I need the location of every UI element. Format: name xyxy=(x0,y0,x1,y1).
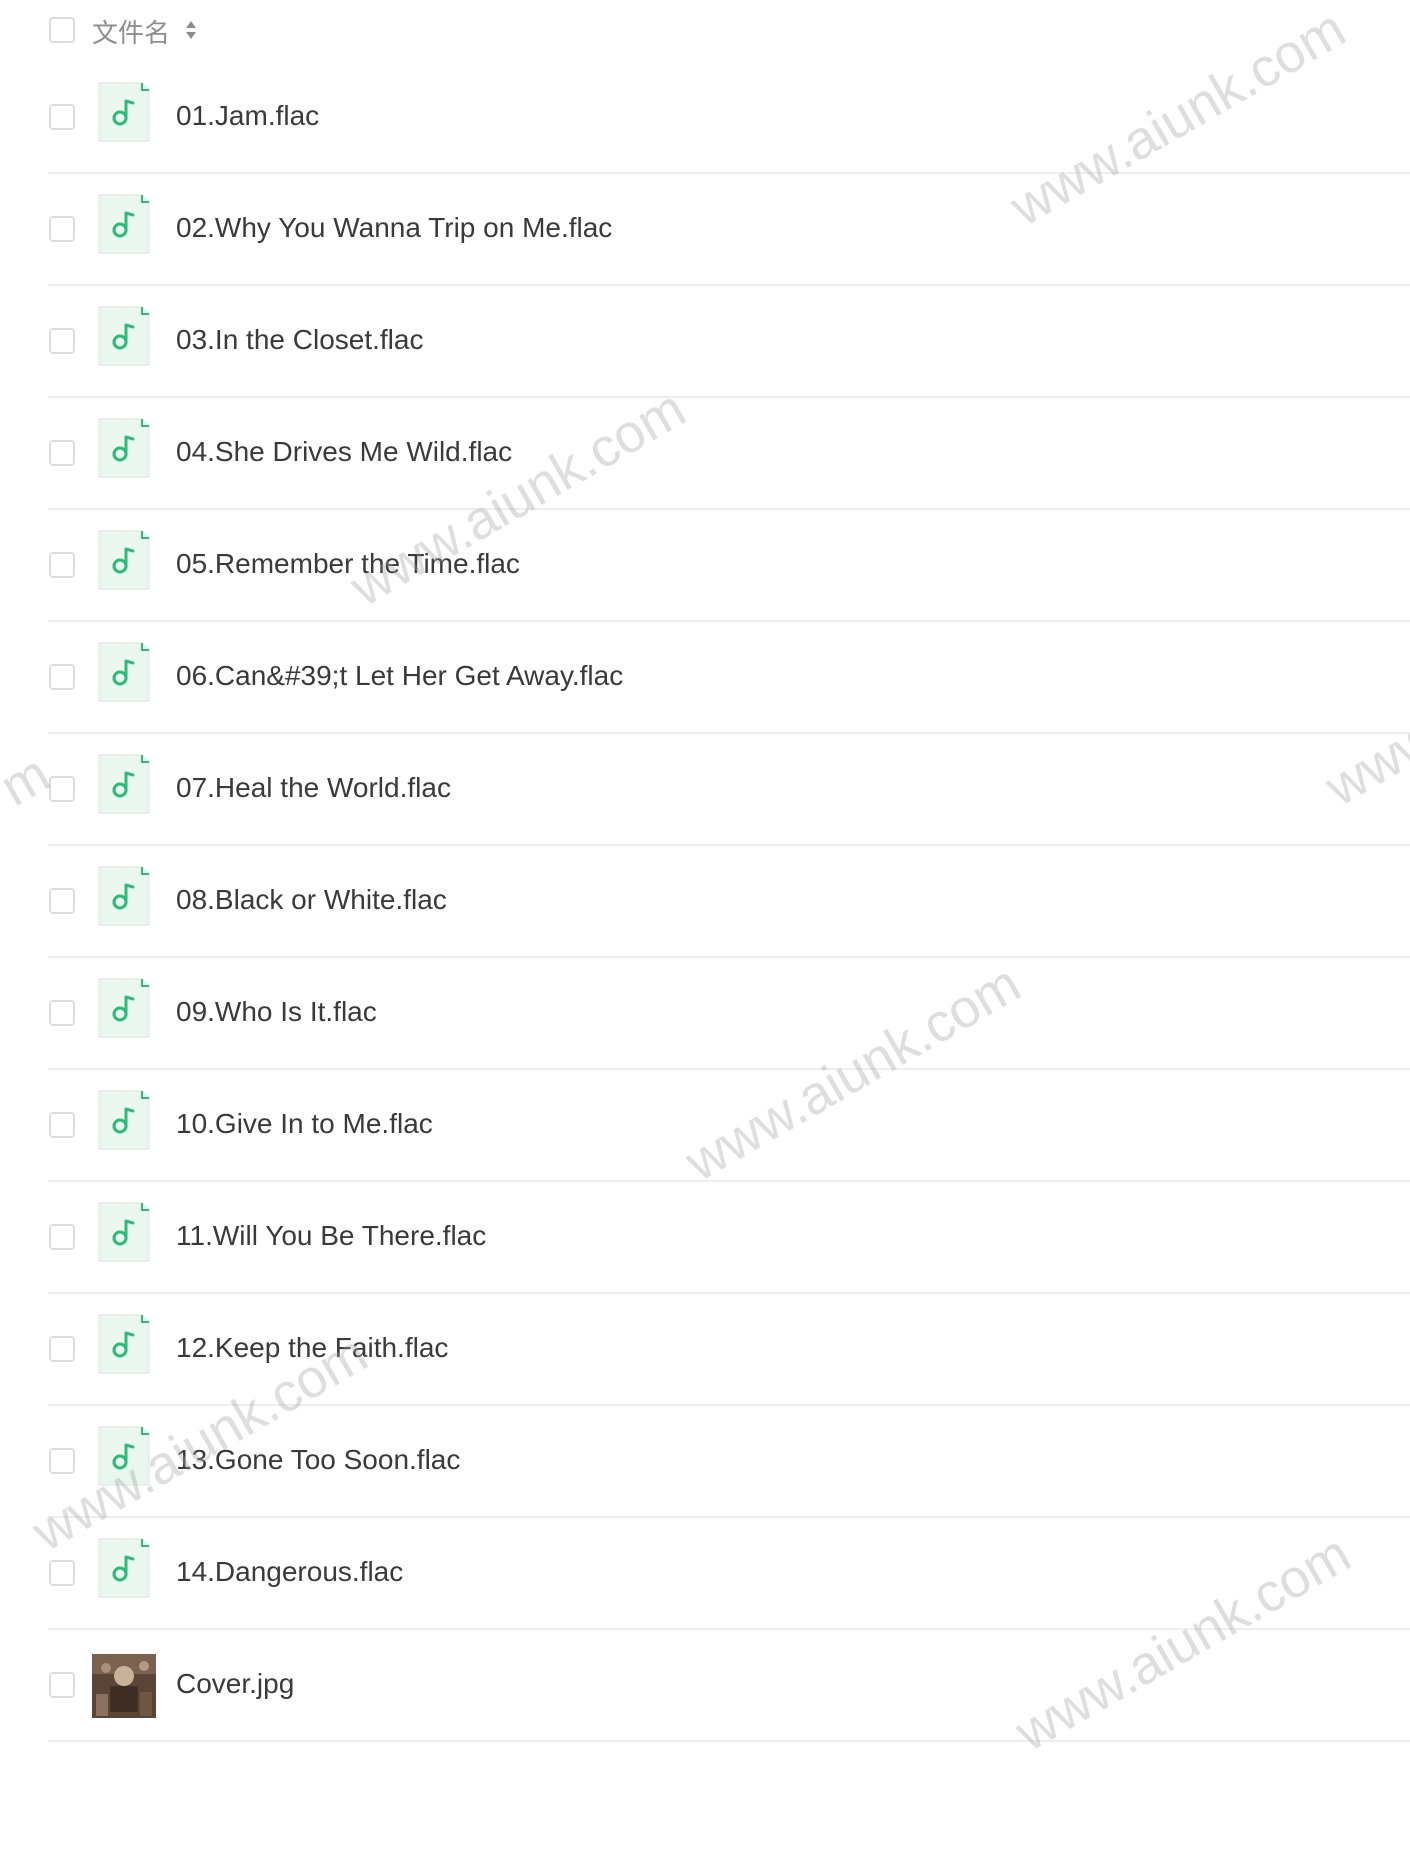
file-row[interactable]: Cover.jpg xyxy=(48,1630,1410,1742)
file-name[interactable]: 11.Will You Be There.flac xyxy=(176,1220,486,1252)
file-name[interactable]: 06.Can&#39;t Let Her Get Away.flac xyxy=(176,660,623,692)
file-row[interactable]: 07.Heal the World.flac xyxy=(48,734,1410,846)
file-name[interactable]: 13.Gone Too Soon.flac xyxy=(176,1444,460,1476)
file-row[interactable]: 08.Black or White.flac xyxy=(48,846,1410,958)
file-name[interactable]: 12.Keep the Faith.flac xyxy=(176,1332,448,1364)
file-name[interactable]: 07.Heal the World.flac xyxy=(176,772,451,804)
file-name[interactable]: 04.She Drives Me Wild.flac xyxy=(176,436,512,468)
sort-icon[interactable] xyxy=(184,18,198,42)
music-file-icon[interactable] xyxy=(98,1426,150,1486)
music-file-icon[interactable] xyxy=(98,306,150,366)
file-row[interactable]: 10.Give In to Me.flac xyxy=(48,1070,1410,1182)
row-checkbox[interactable] xyxy=(49,1112,75,1138)
music-file-icon[interactable] xyxy=(98,1538,150,1598)
music-file-icon[interactable] xyxy=(98,530,150,590)
file-name[interactable]: 01.Jam.flac xyxy=(176,100,319,132)
music-file-icon[interactable] xyxy=(98,642,150,702)
file-row[interactable]: 04.She Drives Me Wild.flac xyxy=(48,398,1410,510)
filename-column-header[interactable]: 文件名 xyxy=(92,13,170,50)
image-thumbnail[interactable] xyxy=(92,1654,156,1718)
file-row[interactable]: 09.Who Is It.flac xyxy=(48,958,1410,1070)
row-checkbox[interactable] xyxy=(49,1336,75,1362)
select-all-checkbox[interactable] xyxy=(49,17,75,43)
music-file-icon[interactable] xyxy=(98,866,150,926)
row-checkbox[interactable] xyxy=(49,216,75,242)
row-checkbox[interactable] xyxy=(49,664,75,690)
row-checkbox[interactable] xyxy=(49,1672,75,1698)
music-file-icon[interactable] xyxy=(98,1314,150,1374)
file-name[interactable]: 08.Black or White.flac xyxy=(176,884,447,916)
row-checkbox[interactable] xyxy=(49,776,75,802)
file-row[interactable]: 12.Keep the Faith.flac xyxy=(48,1294,1410,1406)
row-checkbox[interactable] xyxy=(49,888,75,914)
file-row[interactable]: 11.Will You Be There.flac xyxy=(48,1182,1410,1294)
row-checkbox[interactable] xyxy=(49,1560,75,1586)
file-row[interactable]: 14.Dangerous.flac xyxy=(48,1518,1410,1630)
file-row[interactable]: 13.Gone Too Soon.flac xyxy=(48,1406,1410,1518)
row-checkbox[interactable] xyxy=(49,552,75,578)
file-row[interactable]: 02.Why You Wanna Trip on Me.flac xyxy=(48,174,1410,286)
file-row[interactable]: 06.Can&#39;t Let Her Get Away.flac xyxy=(48,622,1410,734)
file-name[interactable]: 09.Who Is It.flac xyxy=(176,996,377,1028)
music-file-icon[interactable] xyxy=(98,82,150,142)
music-file-icon[interactable] xyxy=(98,754,150,814)
file-name[interactable]: 14.Dangerous.flac xyxy=(176,1556,403,1588)
list-header: 文件名 xyxy=(0,0,1410,62)
file-name[interactable]: 02.Why You Wanna Trip on Me.flac xyxy=(176,212,612,244)
file-row[interactable]: 05.Remember the Time.flac xyxy=(48,510,1410,622)
file-row[interactable]: 03.In the Closet.flac xyxy=(48,286,1410,398)
music-file-icon[interactable] xyxy=(98,194,150,254)
file-row[interactable]: 01.Jam.flac xyxy=(48,62,1410,174)
row-checkbox[interactable] xyxy=(49,440,75,466)
music-file-icon[interactable] xyxy=(98,978,150,1038)
row-checkbox[interactable] xyxy=(49,1224,75,1250)
file-name[interactable]: 10.Give In to Me.flac xyxy=(176,1108,433,1140)
row-checkbox[interactable] xyxy=(49,1000,75,1026)
row-checkbox[interactable] xyxy=(49,1448,75,1474)
music-file-icon[interactable] xyxy=(98,1202,150,1262)
music-file-icon[interactable] xyxy=(98,1090,150,1150)
row-checkbox[interactable] xyxy=(49,328,75,354)
file-name[interactable]: 05.Remember the Time.flac xyxy=(176,548,520,580)
file-name[interactable]: 03.In the Closet.flac xyxy=(176,324,423,356)
row-checkbox[interactable] xyxy=(49,104,75,130)
music-file-icon[interactable] xyxy=(98,418,150,478)
file-name[interactable]: Cover.jpg xyxy=(176,1668,294,1700)
